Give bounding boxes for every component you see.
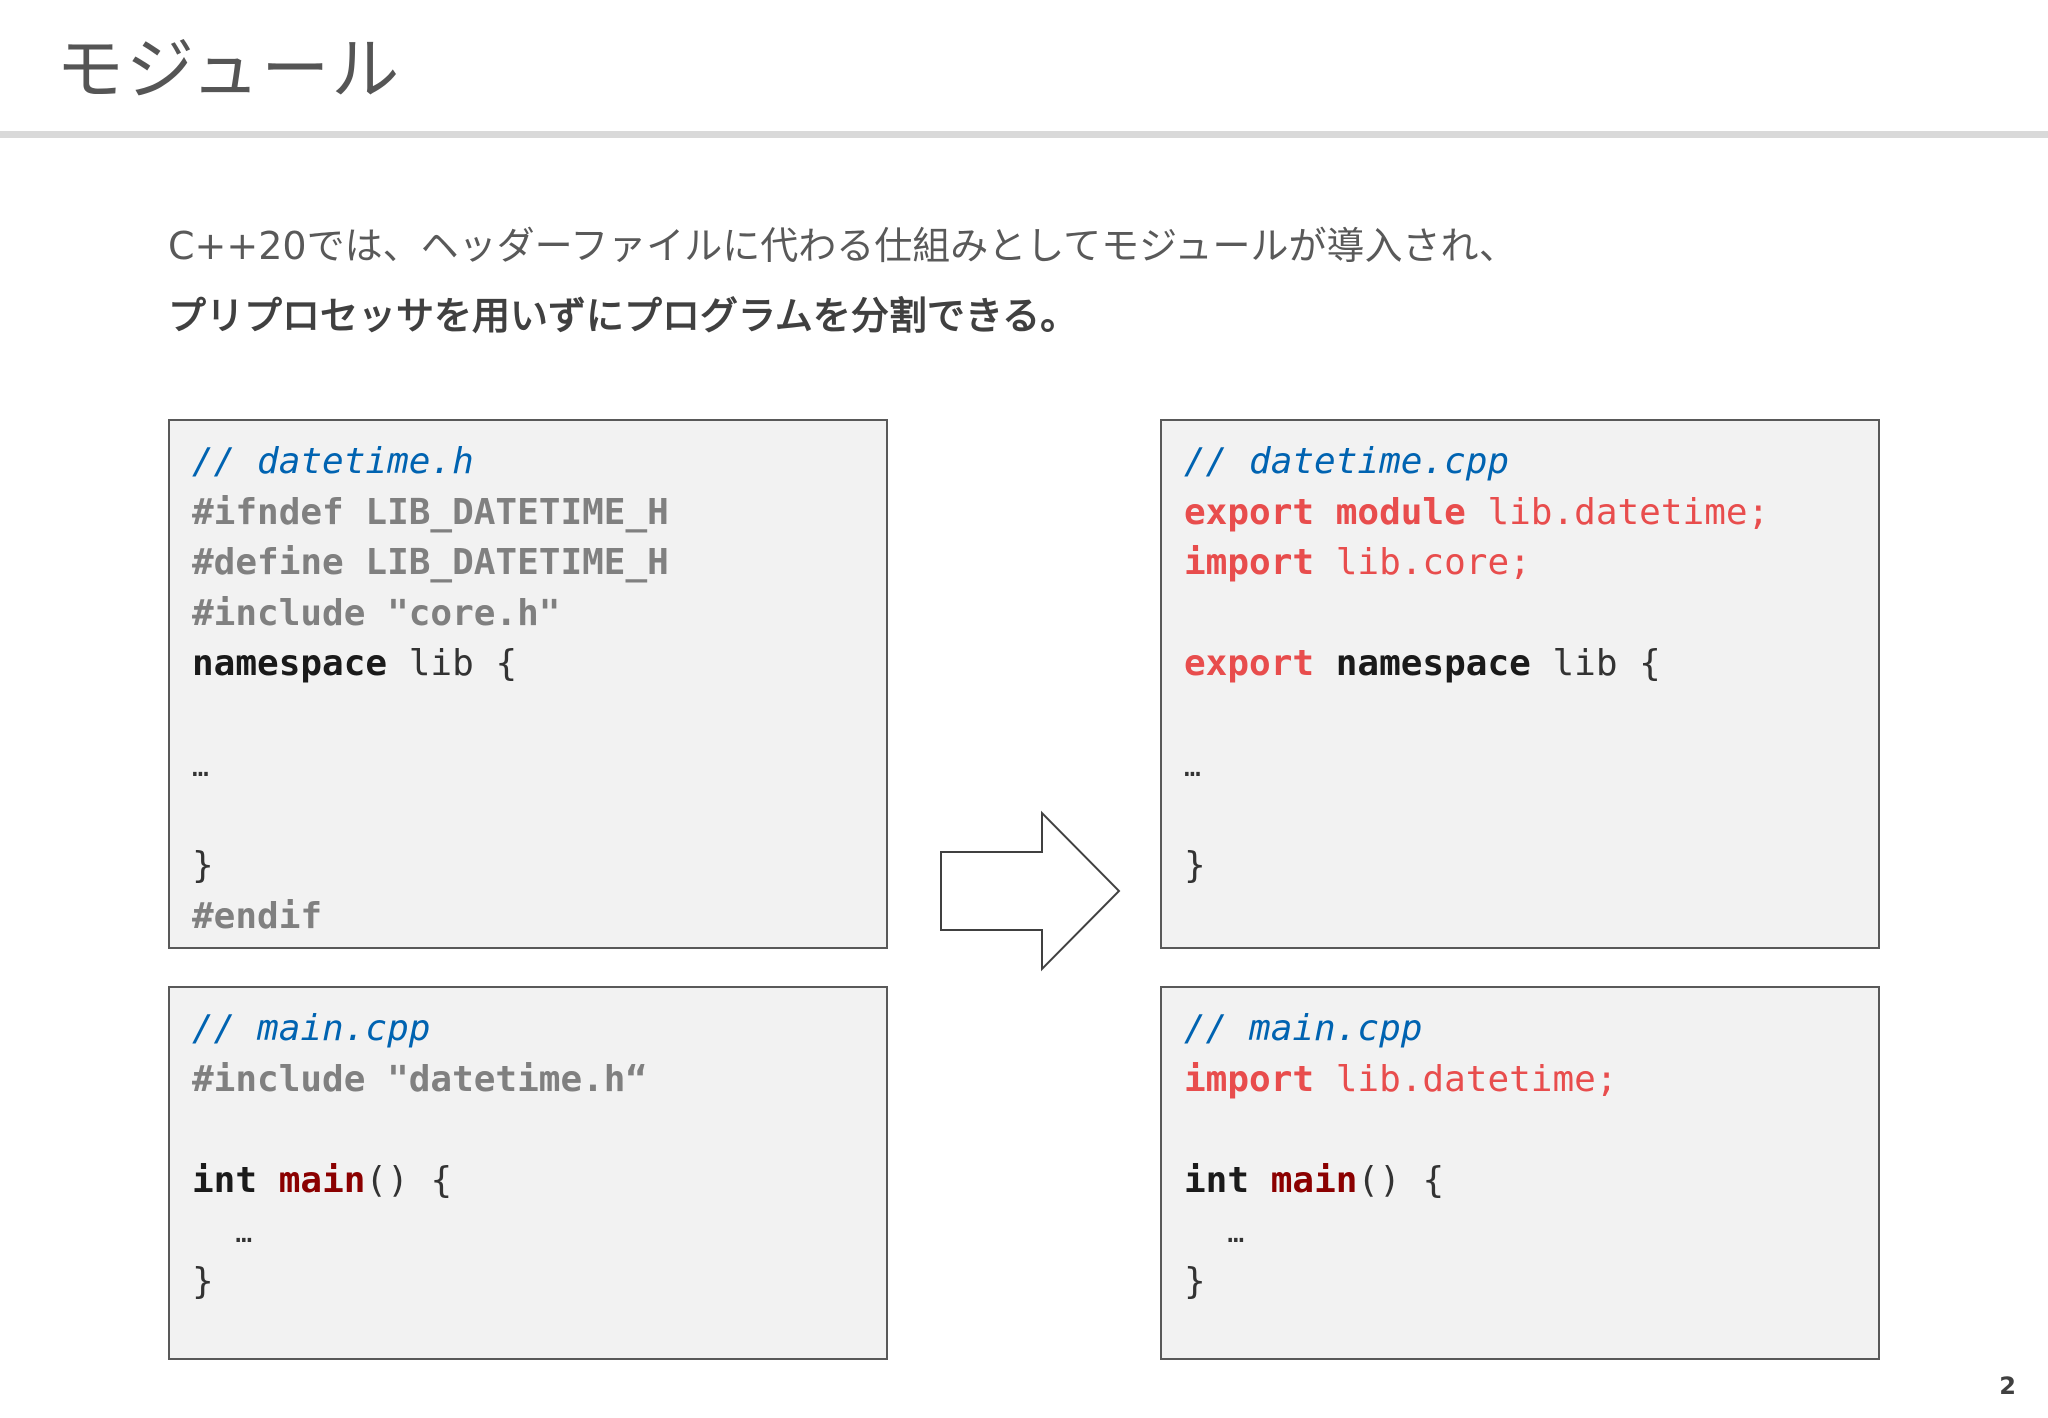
page-number: 2 xyxy=(1999,1372,2016,1400)
code-ellipsis: … xyxy=(1227,1216,1245,1249)
code-ellipsis: … xyxy=(235,1216,253,1249)
code-text: } xyxy=(1184,1260,1206,1302)
code-line: #ifndef LIB_DATETIME_H xyxy=(192,488,886,539)
code-line: #include "core.h" xyxy=(192,589,886,640)
code-line: #define LIB_DATETIME_H xyxy=(192,538,886,589)
code-line: import lib.datetime; xyxy=(1184,1055,1878,1106)
code-comment: // main.cpp xyxy=(1184,1008,1423,1049)
code-line: … xyxy=(192,740,886,791)
code-line: // datetime.cpp xyxy=(1184,437,1878,488)
code-line: // main.cpp xyxy=(192,1004,886,1055)
code-line: … xyxy=(1184,740,1878,791)
code-comment: // datetime.h xyxy=(192,441,474,482)
code-line: … xyxy=(1184,1206,1878,1257)
code-line: // main.cpp xyxy=(1184,1004,1878,1055)
code-line: #endif xyxy=(192,892,886,943)
code-line: namespace lib { xyxy=(192,639,886,690)
code-text: } xyxy=(192,845,214,886)
code-line: int main() { xyxy=(192,1156,886,1207)
code-preprocessor: #ifndef LIB_DATETIME_H xyxy=(192,491,669,533)
code-module-name: lib.core; xyxy=(1314,542,1531,583)
code-preprocessor: #include "core.h" xyxy=(192,592,561,634)
code-module-keyword: import xyxy=(1184,1058,1315,1100)
code-line: import lib.core; xyxy=(1184,538,1878,589)
slide-title: モジュール xyxy=(56,31,402,110)
code-text: lib { xyxy=(1530,643,1661,684)
code-line: // datetime.h xyxy=(192,437,886,488)
code-text: () { xyxy=(1357,1159,1445,1201)
code-text: } xyxy=(192,1260,214,1302)
code-comment: // main.cpp xyxy=(192,1008,431,1049)
code-preprocessor: #include "datetime.h“ xyxy=(192,1058,648,1100)
code-module-keyword: import xyxy=(1184,542,1315,583)
code-box-main-before: // main.cpp #include "datetime.h“ int ma… xyxy=(168,986,888,1360)
code-box-datetime-h: // datetime.h #ifndef LIB_DATETIME_H #de… xyxy=(168,419,888,949)
code-preprocessor: #endif xyxy=(192,895,323,937)
code-function: main xyxy=(278,1159,366,1201)
code-keyword: int xyxy=(192,1159,258,1201)
lead-text: C++20では、ヘッダーファイルに代わる仕組みとしてモジュールが導入され、 xyxy=(168,224,1517,268)
code-box-datetime-cpp: // datetime.cpp export module lib.dateti… xyxy=(1160,419,1880,949)
code-line: } xyxy=(1184,841,1878,892)
code-line: } xyxy=(1184,1257,1878,1308)
code-function: main xyxy=(1270,1159,1358,1201)
code-line: int main() { xyxy=(1184,1156,1878,1207)
code-module-keyword: export xyxy=(1184,491,1315,533)
lead-text-bold: プリプロセッサを用いずにプログラムを分割できる。 xyxy=(168,294,1079,338)
code-line: … xyxy=(192,1206,886,1257)
code-line: } xyxy=(192,841,886,892)
code-text: lib { xyxy=(387,643,518,684)
code-text: () { xyxy=(365,1159,453,1201)
title-divider xyxy=(0,131,2048,138)
code-module-keyword: module xyxy=(1335,491,1466,533)
code-preprocessor: #define LIB_DATETIME_H xyxy=(192,542,669,583)
code-keyword: namespace xyxy=(192,643,388,684)
code-keyword: namespace xyxy=(1335,643,1531,684)
code-box-main-after: // main.cpp import lib.datetime; int mai… xyxy=(1160,986,1880,1360)
code-line: export module lib.datetime; xyxy=(1184,488,1878,539)
code-module-keyword: export xyxy=(1184,643,1315,684)
code-line: } xyxy=(192,1257,886,1308)
code-line: #include "datetime.h“ xyxy=(192,1055,886,1106)
code-line: export namespace lib { xyxy=(1184,639,1878,690)
code-module-name: lib.datetime; xyxy=(1465,491,1770,533)
code-ellipsis: … xyxy=(192,750,209,783)
code-keyword: int xyxy=(1184,1159,1250,1201)
right-arrow-icon xyxy=(940,810,1121,972)
code-module-name: lib.datetime; xyxy=(1314,1058,1618,1100)
code-comment: // datetime.cpp xyxy=(1184,441,1510,482)
code-text: } xyxy=(1184,845,1206,886)
code-ellipsis: … xyxy=(1184,750,1201,783)
